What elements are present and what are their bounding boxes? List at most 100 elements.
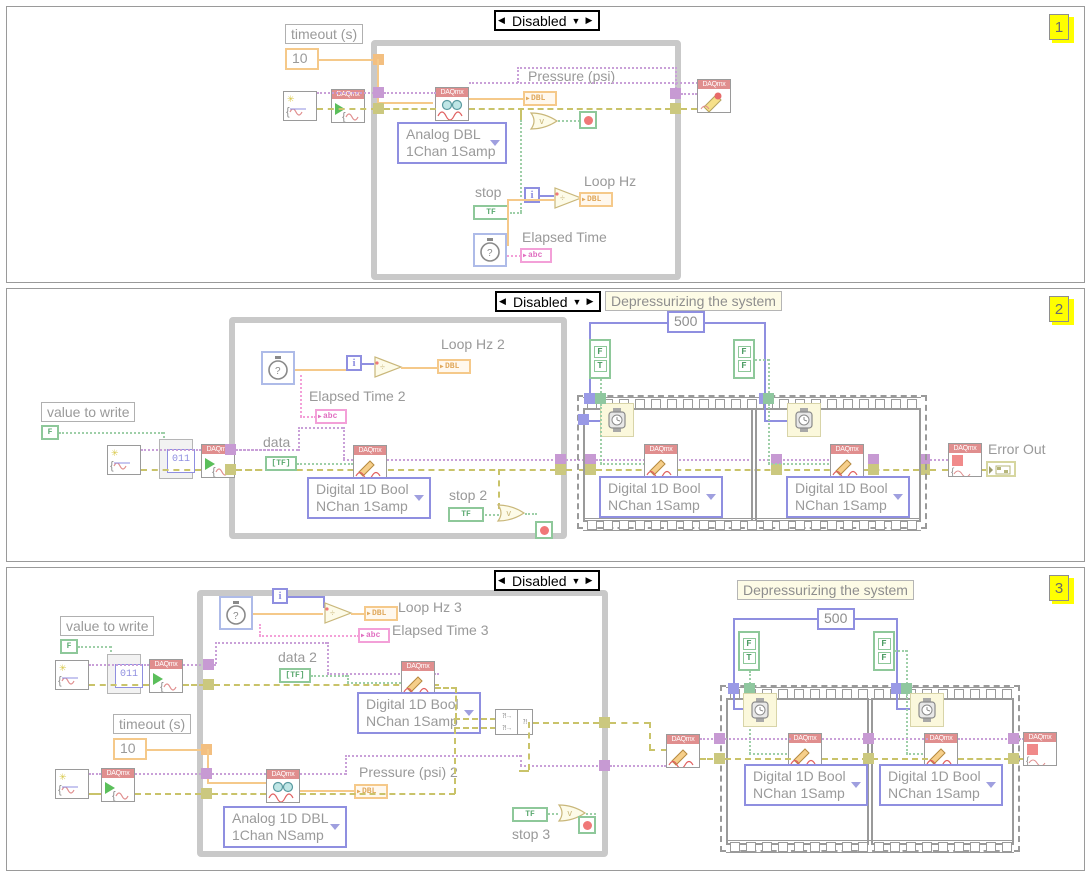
read-instance-selector-1[interactable]: Analog DBL 1Chan 1Samp (397, 122, 507, 164)
loop-hz-2-indicator-terminal[interactable]: DBL (437, 359, 471, 374)
wait-ms-node-2b[interactable] (787, 403, 821, 437)
divide-node-3[interactable]: ÷ (323, 601, 353, 625)
wait-ms-constant-3[interactable]: 500 (817, 608, 855, 630)
daqmx-start-task-1[interactable]: DAQmx { (331, 89, 365, 123)
chevron-down-icon[interactable] (893, 494, 903, 500)
data-2-control-terminal[interactable]: [TF] (279, 668, 311, 683)
loop-hz-indicator-terminal-1[interactable]: DBL (579, 192, 613, 207)
write-instance-selector-3c[interactable]: Digital 1D Bool NChan 1Samp (879, 764, 1003, 806)
wire-et3-to-divide (253, 613, 323, 615)
chevron-down-icon[interactable]: ▼ (571, 16, 583, 26)
wire-task-seq3-c (958, 738, 1010, 740)
enum-line1: Analog 1D DBL (232, 810, 329, 826)
prev-case-arrow-icon[interactable]: ◀ (496, 575, 507, 586)
read-instance-selector-3[interactable]: Analog 1D DBL 1Chan NSamp (223, 806, 347, 848)
wire-vtw3 (78, 646, 111, 648)
loop-hz-3-indicator-terminal[interactable]: DBL (364, 606, 398, 621)
chevron-down-icon[interactable] (986, 782, 996, 788)
write-instance-selector-2a[interactable]: Digital 1D Bool NChan 1Samp (307, 477, 431, 519)
daqmx-clear-task-2[interactable]: DAQmx { (948, 443, 982, 477)
boolean-constant-3b[interactable]: F F (873, 631, 895, 671)
daqmx-write-3c[interactable]: DAQmx (788, 733, 822, 767)
chevron-down-icon[interactable]: ▼ (572, 297, 584, 307)
daqmx-write-3b[interactable]: DAQmx (666, 734, 700, 768)
chevron-down-icon[interactable] (706, 494, 716, 500)
daqmx-clear-task-1[interactable]: DAQmx (697, 79, 731, 113)
wire-data-to-write-2 (297, 463, 353, 465)
stop-button-3[interactable] (578, 816, 596, 834)
write-instance-selector-2b[interactable]: Digital 1D Bool NChan 1Samp (599, 476, 723, 518)
disable-structure-selector-1[interactable]: ◀ Disabled ▼ ▶ (494, 10, 600, 31)
or-gate-1[interactable]: v (529, 111, 559, 131)
error-out-indicator-terminal-2[interactable] (986, 461, 1016, 477)
sequence-tunnel-bar-bottom-3 (726, 840, 1014, 853)
wait-ms-constant-2[interactable]: 500 (667, 311, 705, 333)
daqmx-start-task-3b[interactable]: DAQmx { (101, 768, 135, 802)
daqmx-write-2[interactable]: DAQmx (353, 445, 387, 479)
stop-3-control-terminal[interactable]: TF (512, 807, 548, 822)
stop-button-2[interactable] (535, 521, 553, 539)
divide-node-2[interactable]: ÷ (373, 355, 403, 379)
value-to-write-control-terminal-3[interactable]: F (60, 639, 78, 654)
elapsed-time-indicator-terminal-1[interactable]: abc (520, 248, 552, 263)
stop-control-terminal-1[interactable]: TF (473, 205, 509, 220)
daqmx-read-3[interactable]: DAQmx (266, 769, 300, 803)
timeout-control-terminal-3[interactable]: 10 (113, 738, 147, 760)
daqmx-create-virtual-channel-2[interactable]: ✳ { (107, 445, 141, 475)
daqmx-write-3a[interactable]: DAQmx (401, 661, 435, 695)
or-gate-2[interactable]: v (496, 503, 526, 523)
next-case-arrow-icon[interactable]: ▶ (583, 15, 594, 26)
daqmx-create-virtual-channel-1[interactable]: ✳ { (283, 91, 317, 121)
wire-stop3-to-or (548, 813, 558, 815)
wire-error-seq3-c (958, 758, 1010, 760)
disable-structure-selector-3[interactable]: ◀ Disabled ▼ ▶ (494, 570, 600, 591)
tunnel-task-out-3 (599, 760, 610, 771)
elapsed-time-express-vi-1[interactable]: ? (473, 233, 507, 267)
enum-line2: NChan 1Samp (888, 785, 980, 801)
pressure-indicator-terminal[interactable]: DBL (523, 91, 557, 106)
loop-hz-3-label: Loop Hz 3 (398, 599, 462, 615)
elapsed-time-express-vi-3[interactable]: ? (219, 596, 253, 630)
daqmx-write-3d[interactable]: DAQmx (924, 733, 958, 767)
timeout-control-terminal[interactable]: 10 (285, 48, 319, 70)
data-control-terminal-2[interactable]: [TF] (265, 456, 297, 471)
daqmx-read-1[interactable]: DAQmx (435, 87, 469, 121)
elapsed-time-express-vi-2[interactable]: ? (261, 351, 295, 385)
boolean-constant-2a[interactable]: F T (589, 339, 611, 379)
pressure-2-indicator-terminal[interactable]: DBL (354, 784, 388, 799)
stop-2-control-terminal[interactable]: TF (448, 507, 484, 522)
boolean-constant-2b[interactable]: F F (733, 339, 755, 379)
prev-case-arrow-icon[interactable]: ◀ (496, 15, 507, 26)
wait-ms-node-3a[interactable] (743, 693, 777, 727)
write-instance-selector-2c[interactable]: Digital 1D Bool NChan 1Samp (786, 476, 910, 518)
chevron-down-icon[interactable] (330, 824, 340, 830)
prev-case-arrow-icon[interactable]: ◀ (497, 296, 508, 307)
daqmx-create-virtual-channel-3[interactable]: ✳ { (55, 660, 89, 690)
chevron-down-icon[interactable] (464, 710, 474, 716)
next-case-arrow-icon[interactable]: ▶ (584, 296, 595, 307)
next-case-arrow-icon[interactable]: ▶ (583, 575, 594, 586)
wire-task-create-start-2 (141, 449, 201, 451)
daqmx-write-2b[interactable]: DAQmx (644, 444, 678, 478)
chevron-down-icon[interactable]: ▼ (571, 576, 583, 586)
chevron-down-icon[interactable] (414, 495, 424, 501)
chevron-down-icon[interactable] (851, 782, 861, 788)
wait-ms-node-2a[interactable] (600, 403, 634, 437)
chevron-down-icon[interactable] (490, 140, 500, 146)
value-to-write-control-terminal-2[interactable]: F (41, 425, 59, 440)
elapsed-time-2-indicator-terminal[interactable]: abc (315, 409, 347, 424)
boolean-array-constant-2[interactable]: 011 (159, 439, 195, 479)
elapsed-time-3-indicator-terminal[interactable]: abc (358, 628, 390, 643)
write-instance-selector-3b[interactable]: Digital 1D Bool NChan 1Samp (744, 764, 868, 806)
disable-structure-selector-2[interactable]: ◀ Disabled ▼ ▶ (495, 291, 601, 312)
daqmx-clear-task-3[interactable]: DAQmx { (1023, 732, 1057, 766)
boolean-constant-3a[interactable]: F T (738, 631, 760, 671)
daqmx-write-2c[interactable]: DAQmx (830, 444, 864, 478)
stop-button-1[interactable] (579, 111, 597, 129)
daqmx-create-virtual-channel-3b[interactable]: ✳ { (55, 769, 89, 799)
daqmx-start-task-3a[interactable]: DAQmx { (149, 659, 183, 693)
stop-indicator-icon (582, 820, 592, 830)
wait-ms-node-3b[interactable] (910, 693, 944, 727)
boolean-array-constant-3[interactable]: 011 (107, 654, 143, 694)
timeout-label: timeout (s) (285, 24, 364, 44)
